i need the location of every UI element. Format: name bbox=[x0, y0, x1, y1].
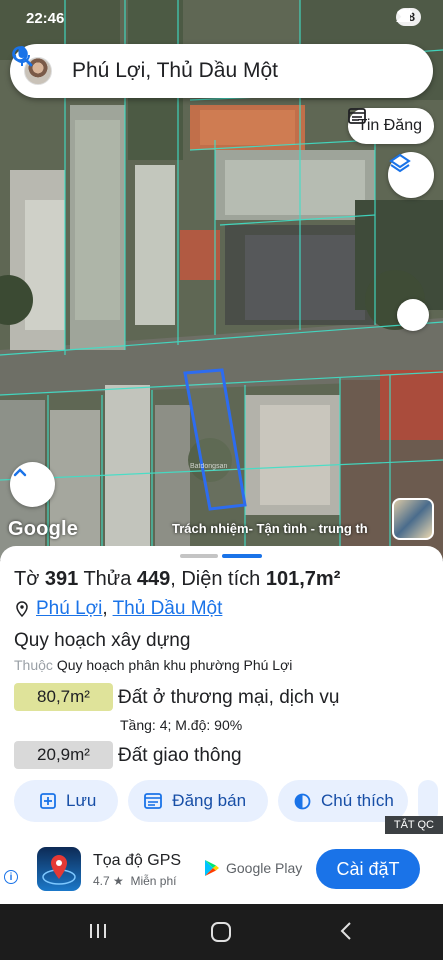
google-logo: Google bbox=[8, 518, 79, 540]
ad-app-meta: 4.7 ★ Miễn phí bbox=[93, 874, 177, 888]
parcel-location: Phú Lợi, Thủ Dầu Một bbox=[16, 598, 222, 620]
back-icon[interactable] bbox=[337, 921, 357, 941]
close-ad-button[interactable]: TẮT QC bbox=[384, 816, 443, 834]
ward-link[interactable]: Phú Lợi bbox=[36, 598, 102, 619]
parcel-title: Tờ 391 Thửa 449, Diện tích 101,7m² bbox=[14, 568, 341, 590]
map-view[interactable]: Batdongsan 22:46 58 Phú Lợi, Thủ Dầu Một bbox=[0, 0, 443, 560]
search-bar[interactable]: Phú Lợi, Thủ Dầu Một bbox=[10, 44, 433, 98]
install-button[interactable]: Cài đặT bbox=[316, 849, 420, 889]
tin-dang-label: Tin Đăng bbox=[357, 117, 422, 134]
gps-app-icon bbox=[37, 847, 81, 891]
parcel-info-sheet: Tờ 391 Thửa 449, Diện tích 101,7m² Phú L… bbox=[0, 546, 443, 836]
post-for-sale-button[interactable]: Đăng bán bbox=[128, 780, 269, 822]
listing-thumbnail[interactable] bbox=[392, 498, 434, 540]
signal-icon bbox=[395, 8, 410, 22]
home-icon[interactable] bbox=[210, 921, 232, 943]
status-time: 22:46 bbox=[26, 10, 65, 27]
ad-banner[interactable]: i Tọa độ GPS 4.7 ★ Miễn phí Google Play … bbox=[0, 836, 443, 904]
listing-icon bbox=[144, 793, 163, 809]
contrast-icon bbox=[294, 793, 311, 809]
expand-up-button[interactable] bbox=[10, 462, 55, 507]
chevron-up-icon bbox=[13, 468, 27, 477]
system-nav-bar bbox=[0, 904, 443, 960]
ad-info-icon[interactable]: i bbox=[4, 870, 18, 884]
map-banner-text: Trách nhiệm- Tận tình - trung th bbox=[172, 521, 368, 536]
add-bookmark-icon bbox=[40, 793, 56, 809]
layers-button[interactable] bbox=[388, 152, 434, 198]
zone-label: Đất ở thương mại, dịch vụ bbox=[118, 687, 340, 708]
zone-area-badge: 80,7m² bbox=[14, 683, 113, 711]
parcel-number: 449 bbox=[136, 568, 171, 590]
watermark: Batdongsan bbox=[190, 463, 227, 470]
status-bar: 22:46 58 bbox=[0, 0, 443, 38]
search-query[interactable]: Phú Lợi, Thủ Dầu Một bbox=[72, 59, 345, 83]
google-play-badge: Google Play bbox=[204, 859, 302, 877]
plan-subtitle: Thuộc Quy hoạch phân khu phường Phú Lợi bbox=[14, 657, 293, 673]
plan-title: Quy hoạch xây dựng bbox=[14, 630, 191, 651]
microphone-icon[interactable] bbox=[14, 46, 425, 91]
zone-area-badge: 20,9m² bbox=[14, 741, 113, 769]
zone-detail: Tầng: 4; M.độ: 90% bbox=[120, 717, 243, 733]
recent-apps-icon[interactable] bbox=[88, 921, 108, 941]
tin-dang-button[interactable]: Tin Đăng bbox=[347, 108, 434, 144]
zone-label: Đất giao thông bbox=[118, 745, 242, 766]
ad-app-name: Tọa độ GPS bbox=[93, 852, 182, 869]
layers-icon bbox=[389, 153, 411, 173]
search-icon[interactable] bbox=[12, 46, 385, 91]
sheet-handle-active[interactable] bbox=[222, 554, 262, 558]
parcel-area: 101,7m² bbox=[265, 568, 341, 590]
city-link[interactable]: Thủ Dầu Một bbox=[113, 598, 223, 619]
google-play-icon bbox=[205, 860, 219, 876]
location-pin-icon bbox=[16, 601, 28, 617]
sheet-handle[interactable] bbox=[180, 554, 218, 558]
sheet-number: 391 bbox=[44, 568, 79, 590]
action-chips: Lưu Đăng bán Chú thích bbox=[14, 780, 438, 822]
listing-icon bbox=[347, 108, 366, 124]
map-scroll-handle[interactable] bbox=[397, 299, 429, 331]
save-button[interactable]: Lưu bbox=[14, 780, 119, 822]
